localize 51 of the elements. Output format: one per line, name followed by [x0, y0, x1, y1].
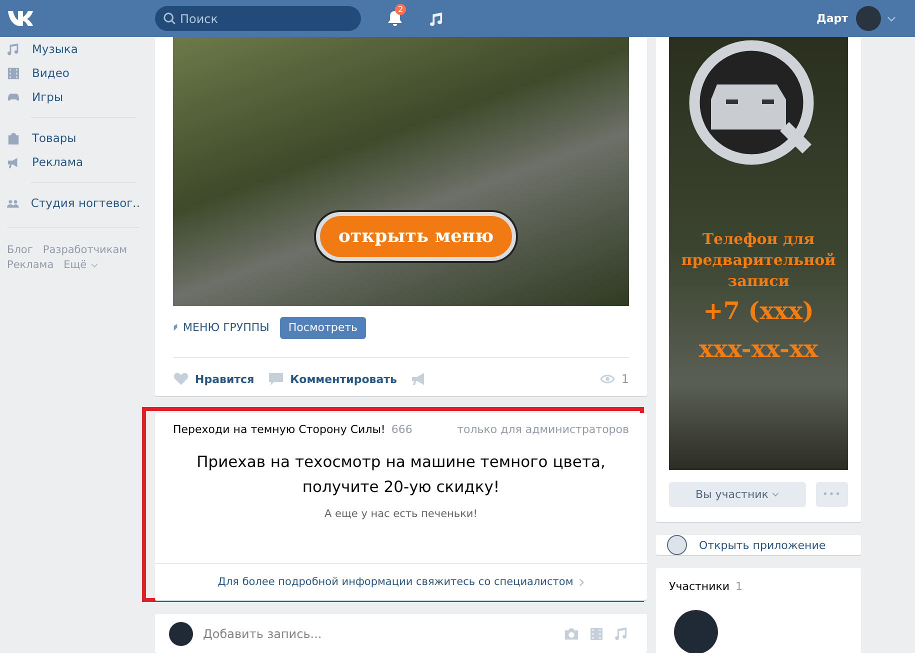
member-button[interactable]: Вы участник: [669, 482, 806, 507]
comment-icon[interactable]: [268, 372, 284, 386]
megaphone-icon: [7, 156, 20, 168]
sidebar-item[interactable]: Видео: [0, 61, 140, 85]
video-icon[interactable]: [589, 626, 604, 640]
members-title: Участники: [669, 580, 730, 593]
visibility-label: только для администраторов: [457, 423, 629, 436]
logo-icon[interactable]: [7, 10, 35, 27]
eye-icon: [600, 374, 616, 384]
view-count: 1: [621, 372, 629, 386]
widget-count: 666: [391, 423, 412, 436]
widget-headline: Приехав на техосмотр на машине темного цвета, получите 20-ую скидку!: [196, 452, 606, 498]
banner-text: предварительной: [681, 250, 836, 271]
banner-text: +7 (xxx): [703, 295, 814, 327]
contact-link[interactable]: Для более подробной информации свяжитесь со специалистом: [218, 576, 574, 588]
caret-icon[interactable]: [772, 492, 780, 497]
music-icon: [7, 42, 20, 56]
music-icon[interactable]: [428, 10, 443, 26]
user-avatar[interactable]: [169, 622, 193, 646]
sidebar-item[interactable]: Музыка: [0, 37, 140, 61]
banner-text: xxx-xx-xx: [698, 333, 818, 365]
bag-icon: [7, 132, 20, 144]
app-icon: [667, 535, 687, 555]
widget-title: Переходи на темную Сторону Силы!: [173, 423, 386, 436]
camera-icon[interactable]: [564, 626, 579, 640]
like-button[interactable]: Нравится: [195, 372, 254, 386]
sidebar-item[interactable]: Студия ногтевог..: [0, 191, 140, 215]
banner-text: записи: [728, 271, 790, 292]
view-button[interactable]: Посмотреть: [280, 316, 366, 338]
megaphone-icon[interactable]: [410, 372, 427, 386]
open-app-link[interactable]: Открыть приложение: [699, 538, 826, 552]
group-menu-label: МЕНЮ ГРУППЫ: [183, 321, 270, 334]
search-icon: [163, 12, 176, 25]
caret-icon[interactable]: [90, 262, 98, 268]
banner-text: Телефон для: [702, 229, 815, 250]
video-icon: [7, 66, 20, 80]
bell-icon[interactable]: [387, 10, 403, 27]
composer-field[interactable]: Добавить запись...: [155, 614, 647, 653]
member-avatar[interactable]: [674, 610, 718, 653]
search-field[interactable]: Поиск: [155, 6, 361, 31]
comment-button[interactable]: Комментировать: [290, 372, 397, 386]
heart-icon[interactable]: [173, 372, 189, 386]
notification-badge: 2: [395, 4, 406, 15]
sidebar-item[interactable]: Реклама: [0, 150, 140, 174]
user-name[interactable]: Дарт: [816, 12, 848, 25]
sidebar-item[interactable]: Товары: [0, 126, 140, 150]
caret-icon[interactable]: [887, 16, 896, 22]
members-count: 1: [736, 580, 743, 593]
chevron-icon[interactable]: [579, 578, 584, 586]
sidebar-item[interactable]: Игры: [0, 85, 140, 109]
widget-subtitle: А еще у нас есть печеньки!: [324, 508, 478, 520]
